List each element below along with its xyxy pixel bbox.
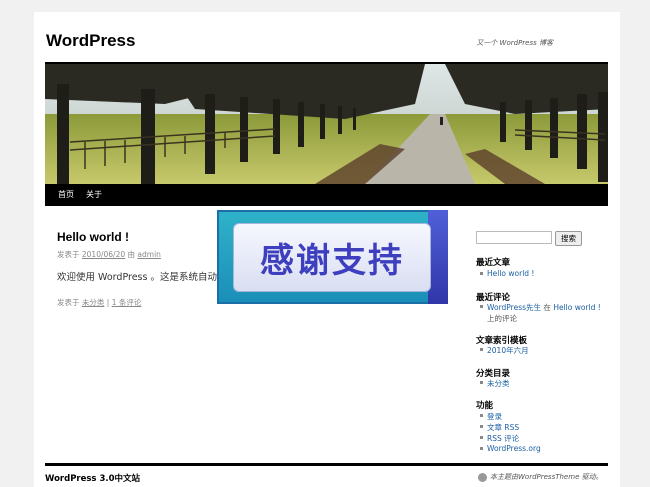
page-container: WordPress 又一个 WordPress 博客 首页 关于 Hello w… bbox=[34, 12, 620, 487]
post-footer: 发表于 未分类 | 1 条评论 bbox=[57, 297, 141, 308]
footer-divider bbox=[45, 463, 608, 466]
meta-title: 功能 bbox=[476, 401, 494, 411]
post-title[interactable]: Hello world ! bbox=[57, 230, 129, 244]
post-meta: 发表于 2010/06/20 由 admin bbox=[57, 249, 161, 260]
archive-item[interactable]: 2010年六月 bbox=[480, 345, 529, 356]
recent-comment-item: WordPress先生 在 Hello world ! bbox=[480, 302, 601, 313]
search-button[interactable]: 搜索 bbox=[555, 231, 582, 246]
post-comments-link[interactable]: 1 条评论 bbox=[112, 298, 142, 307]
recent-posts-title: 最近文章 bbox=[476, 258, 511, 268]
post-date-link[interactable]: 2010/06/20 bbox=[82, 250, 125, 259]
footer-credit: 本主题由WordPressTheme 驱动。 bbox=[490, 473, 603, 481]
post-foot-separator: | bbox=[106, 298, 110, 307]
post-meta-prefix: 发表于 bbox=[57, 250, 80, 259]
post-foot-prefix: 发表于 bbox=[57, 298, 80, 307]
main-navigation: 首页 关于 bbox=[45, 184, 608, 206]
search-input[interactable] bbox=[476, 231, 552, 244]
tree-lined-path-image bbox=[45, 64, 608, 184]
footer-site-title[interactable]: WordPress 3.0中文站 bbox=[45, 472, 140, 484]
thanks-banner-overlay: 感谢支持 bbox=[217, 210, 448, 304]
post-meta-by: 由 bbox=[127, 250, 136, 259]
post-author-link[interactable]: admin bbox=[137, 250, 161, 259]
meta-posts-rss-link[interactable]: 文章 RSS bbox=[480, 422, 519, 433]
meta-login-link[interactable]: 登录 bbox=[480, 411, 502, 422]
recent-comment-item-line2: 上的评论 bbox=[487, 314, 517, 323]
category-item[interactable]: 未分类 bbox=[480, 378, 510, 389]
thanks-banner-text: 感谢支持 bbox=[260, 241, 404, 281]
comment-author-link[interactable]: WordPress先生 bbox=[487, 303, 541, 312]
site-title[interactable]: WordPress bbox=[46, 31, 135, 51]
meta-wordpress-org-link[interactable]: WordPress.org bbox=[480, 444, 541, 453]
wordpress-logo-icon bbox=[478, 473, 487, 482]
nav-about-link[interactable]: 关于 bbox=[86, 189, 102, 200]
comment-post-link[interactable]: Hello world ! bbox=[553, 303, 600, 312]
nav-home-link[interactable]: 首页 bbox=[58, 189, 74, 200]
meta-comments-rss-link[interactable]: RSS 评论 bbox=[480, 433, 519, 444]
recent-post-item[interactable]: Hello world ! bbox=[480, 269, 534, 278]
header-image bbox=[45, 64, 608, 184]
site-description: 又一个 WordPress 博客 bbox=[476, 39, 553, 47]
post-category-link[interactable]: 未分类 bbox=[82, 298, 105, 307]
